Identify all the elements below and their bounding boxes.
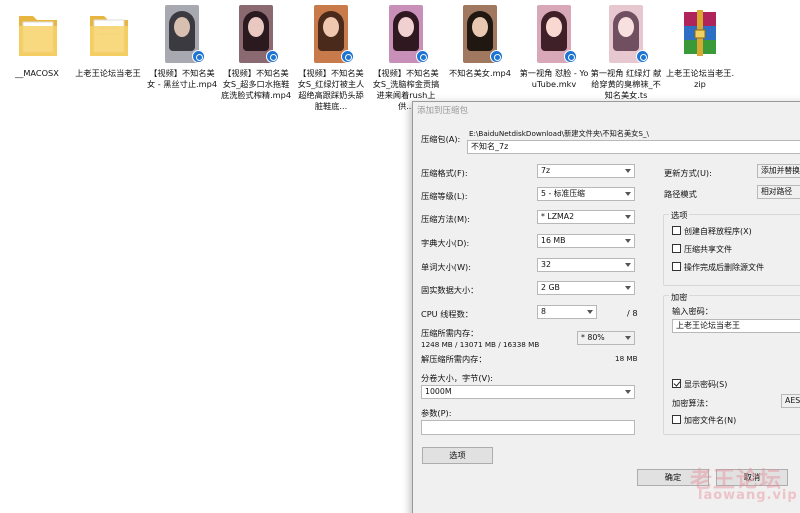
archive-name-input[interactable]: 不知名_7z bbox=[467, 140, 800, 154]
method-label: 压缩方法(M): bbox=[421, 214, 470, 224]
dict-label: 字典大小(D): bbox=[421, 238, 470, 248]
encrypt-method-label: 加密算法： bbox=[672, 398, 713, 408]
file-item[interactable]: 【视频】不知名美女S_红绿灯被主人超绝高跟踩奶头舔脏鞋底... bbox=[295, 2, 367, 112]
chevron-down-icon bbox=[625, 239, 631, 243]
file-label: __MACOSX bbox=[15, 68, 59, 78]
file-item[interactable]: 不知名美女.mp4 bbox=[444, 2, 516, 79]
split-label: 分卷大小，字节(V): bbox=[421, 373, 494, 383]
cpu-total: / 8 bbox=[627, 308, 638, 318]
encrypt-method-select[interactable]: AES bbox=[781, 394, 800, 408]
options-button[interactable]: 选项 bbox=[422, 447, 493, 464]
player-badge-icon bbox=[636, 50, 649, 63]
encryption-group-title: 加密 bbox=[669, 291, 690, 303]
watermark-url: laowang.vip bbox=[698, 488, 798, 503]
archive-icon bbox=[684, 10, 716, 56]
options-group-title: 选项 bbox=[669, 209, 690, 221]
word-label: 单词大小(W): bbox=[421, 262, 471, 272]
add-to-archive-dialog: 添加到压缩包 压缩包(A): E:\BaiduNetdiskDownload\新… bbox=[412, 101, 800, 513]
mem-percent-select[interactable]: * 80% bbox=[577, 331, 635, 345]
file-item[interactable]: 上老王论坛当老王 bbox=[72, 2, 144, 79]
check-icon bbox=[672, 379, 681, 388]
player-badge-icon bbox=[266, 50, 279, 63]
folder-icon bbox=[19, 16, 57, 56]
file-label: 不知名美女.mp4 bbox=[449, 68, 511, 78]
delete-source-checkbox[interactable]: 操作完成后删除源文件 bbox=[672, 262, 764, 273]
solid-label: 固实数据大小： bbox=[421, 285, 479, 295]
chevron-down-icon bbox=[625, 192, 631, 196]
level-select[interactable]: 5 - 标准压缩 bbox=[537, 187, 635, 201]
file-item[interactable]: 第一视角 红绿灯 献给穿黄的臭棉袜_不知名美女.ts bbox=[590, 2, 662, 101]
split-select[interactable]: 1000M bbox=[421, 385, 635, 399]
update-label: 更新方式(U): bbox=[664, 168, 712, 178]
file-label: 第一视角 红绿灯 献给穿黄的臭棉袜_不知名美女.ts bbox=[590, 68, 662, 100]
chevron-down-icon bbox=[587, 310, 593, 314]
file-item[interactable]: 【视频】不知名美女S_超多口水拖鞋底洗脸式榨精.mp4 bbox=[220, 2, 292, 101]
level-label: 压缩等级(L): bbox=[421, 191, 468, 201]
word-select[interactable]: 32 bbox=[537, 258, 635, 272]
chevron-down-icon bbox=[625, 336, 631, 340]
archive-label: 压缩包(A): bbox=[421, 134, 461, 144]
params-label: 参数(P): bbox=[421, 408, 452, 418]
mem-comp-label: 压缩所需内存： bbox=[421, 328, 479, 338]
chevron-down-icon bbox=[625, 169, 631, 173]
chevron-down-icon bbox=[625, 286, 631, 290]
method-select[interactable]: * LZMA2 bbox=[537, 210, 635, 224]
file-label: 【视频】不知名美女S_红绿灯被主人超绝高跟踩奶头舔脏鞋底... bbox=[297, 68, 365, 111]
player-badge-icon bbox=[564, 50, 577, 63]
encrypt-names-checkbox[interactable]: 加密文件名(N) bbox=[672, 415, 736, 426]
chevron-down-icon bbox=[625, 390, 631, 394]
player-badge-icon bbox=[416, 50, 429, 63]
file-label: 【视频】不知名美女S_超多口水拖鞋底洗脸式榨精.mp4 bbox=[220, 68, 292, 100]
file-item[interactable]: 上老王论坛当老王.zip bbox=[664, 2, 736, 90]
update-select[interactable]: 添加并替换 bbox=[757, 164, 800, 178]
password-label: 输入密码： bbox=[672, 306, 713, 316]
sfx-checkbox[interactable]: 创建自释放程序(X) bbox=[672, 226, 752, 237]
file-label: 第一视角 怼脸 - YouTube.mkv bbox=[519, 68, 589, 89]
dict-select[interactable]: 16 MB bbox=[537, 234, 635, 248]
chevron-down-icon bbox=[625, 215, 631, 219]
cpu-label: CPU 线程数： bbox=[421, 309, 473, 319]
player-badge-icon bbox=[490, 50, 503, 63]
file-item[interactable]: 第一视角 怼脸 - YouTube.mkv bbox=[518, 2, 590, 90]
file-item[interactable]: 【视频】不知名美女S_洗脑榨金贡搞进来闻着rush上供... bbox=[370, 2, 442, 112]
player-badge-icon bbox=[192, 50, 205, 63]
format-label: 压缩格式(F): bbox=[421, 168, 468, 178]
mem-decomp-label: 解压缩所需内存： bbox=[421, 354, 487, 364]
file-label: 上老王论坛当老王 bbox=[75, 68, 141, 78]
cpu-select[interactable]: 8 bbox=[537, 305, 597, 319]
params-input[interactable] bbox=[421, 420, 635, 435]
folder-icon bbox=[90, 16, 128, 56]
file-label: 【视频】不知名美女 - 黑丝寸止.mp4 bbox=[146, 68, 218, 89]
path-mode-select[interactable]: 相对路径 bbox=[757, 185, 800, 199]
password-input[interactable]: 上老王论坛当老王 bbox=[672, 319, 800, 333]
archive-path: E:\BaiduNetdiskDownload\新建文件夹\不知名美女S_\ bbox=[469, 129, 649, 138]
file-label: 上老王论坛当老王.zip bbox=[665, 68, 735, 89]
dialog-title: 添加到压缩包 bbox=[417, 106, 469, 116]
player-badge-icon bbox=[341, 50, 354, 63]
mem-decomp-value: 18 MB bbox=[615, 354, 638, 363]
chevron-down-icon bbox=[625, 263, 631, 267]
format-select[interactable]: 7z bbox=[537, 164, 635, 178]
mem-comp-value: 1248 MB / 13071 MB / 16338 MB bbox=[421, 340, 540, 349]
show-password-checkbox[interactable]: 显示密码(S) bbox=[672, 379, 727, 390]
shared-checkbox[interactable]: 压缩共享文件 bbox=[672, 244, 732, 255]
file-item[interactable]: 【视频】不知名美女 - 黑丝寸止.mp4 bbox=[146, 2, 218, 90]
file-item[interactable]: __MACOSX bbox=[1, 2, 73, 79]
solid-select[interactable]: 2 GB bbox=[537, 281, 635, 295]
path-mode-label: 路径模式 bbox=[664, 189, 697, 199]
